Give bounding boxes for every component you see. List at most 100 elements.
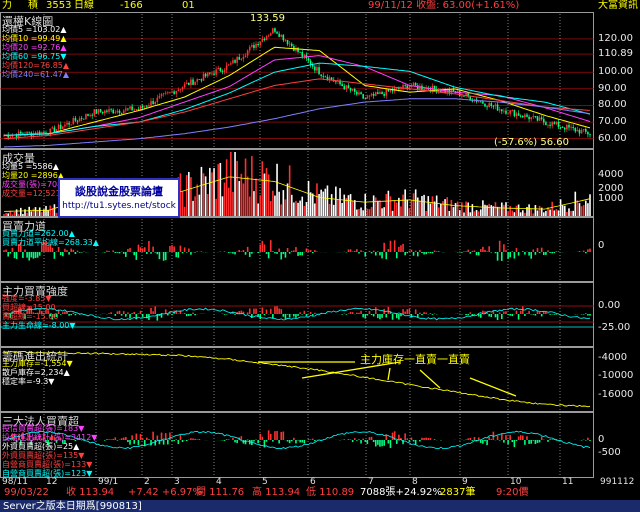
buysell-legend: 買賣力道=262.00▲ 買賣力道平均線=268.33▲: [2, 229, 99, 247]
main-force-bar: [341, 314, 343, 315]
candle-body: [53, 127, 56, 133]
main-force-bar: [368, 311, 371, 314]
buysell-bar: [374, 252, 377, 256]
candle-body: [515, 113, 518, 117]
buysell-bar: [118, 252, 121, 254]
candle-body: [20, 131, 22, 134]
institutional-bar: [150, 440, 152, 446]
buysell-bar: [362, 251, 364, 252]
candle-body: [379, 92, 381, 94]
y-tick-label: 4000: [598, 169, 624, 180]
volume-bar: [34, 207, 37, 216]
buysell-bar: [265, 252, 268, 254]
forum-watermark[interactable]: 談股說金股票論壇 http://tu1.sytes.net/stock: [58, 178, 180, 218]
institutional-bar: [175, 439, 178, 440]
volume-bar: [288, 165, 291, 216]
ma60-line: [3, 62, 591, 136]
institutional-bar: [137, 440, 140, 446]
buysell-bar: [200, 251, 203, 252]
buysell-bar: [230, 252, 232, 253]
candle-body: [566, 124, 568, 130]
institutional-bar: [110, 439, 112, 440]
low-price-label: (-57.6%) 56.60: [494, 137, 569, 148]
institutional-bar: [410, 437, 413, 440]
main-force-bar: [110, 312, 112, 314]
candle-body: [127, 108, 129, 110]
institutional-bar: [490, 438, 493, 440]
institutional-bar: [351, 440, 354, 443]
volume-bar: [227, 187, 230, 216]
buysell-bar: [395, 252, 398, 259]
candle-body: [28, 131, 31, 133]
volume-bar: [532, 213, 535, 216]
annotation-arrow: [469, 377, 517, 397]
institutional-bar: [532, 440, 535, 441]
buysell-bar: [582, 250, 585, 252]
volume-bar: [24, 209, 26, 216]
volume-bar: [32, 208, 35, 216]
volume-bar: [230, 152, 232, 216]
institutional-bar: [122, 437, 125, 440]
candle-body: [341, 84, 343, 87]
buysell-bar: [532, 249, 535, 252]
candle-body: [272, 28, 274, 34]
main-force-bar: [538, 312, 541, 314]
main-force-bar: [555, 314, 558, 315]
institutional-bar: [364, 440, 367, 442]
buysell-bar: [467, 249, 469, 252]
buysell-bar: [139, 247, 142, 252]
buysell-bar: [288, 252, 291, 254]
volume-bar: [274, 195, 276, 216]
volume-bar: [320, 189, 322, 216]
volume-bar: [364, 193, 367, 216]
institutional-bar: [276, 430, 278, 440]
institutional-bar: [293, 437, 295, 440]
volume-bar: [452, 207, 455, 216]
volume-bar: [484, 204, 486, 216]
buysell-bar: [515, 248, 518, 252]
buysell-bar: [402, 243, 404, 252]
institutional-bar: [406, 438, 409, 440]
buysell-bar: [64, 248, 66, 252]
main-force-bar: [526, 313, 528, 314]
institutional-bar: [433, 439, 436, 440]
candle-body: [242, 56, 245, 59]
institutional-legend: 投信買賣超(張)=183▼ 投信進出統計(張)=3412▼ 外資買賣超(張)=25▲…: [2, 424, 97, 478]
candle-body: [234, 60, 236, 63]
candle-body: [570, 126, 572, 128]
buysell-bar: [70, 248, 73, 252]
main-inventory-line: [3, 350, 591, 408]
volume-bar: [238, 181, 241, 216]
buysell-bar: [429, 252, 432, 254]
buysell-bar: [578, 251, 581, 252]
legend-entry: 買賣力道平均線=268.33▲: [2, 238, 99, 247]
institutional-bar: [347, 439, 350, 440]
institutional-bar: [526, 436, 528, 440]
volume-bar: [549, 209, 551, 216]
candle-body: [433, 85, 436, 90]
buysell-bar: [353, 250, 356, 252]
candle-body: [169, 91, 171, 93]
status-close: 收 113.94: [66, 487, 115, 498]
legend-entry: 買超線=15.00: [2, 303, 56, 312]
volume-bar: [469, 212, 472, 216]
buysell-bar: [76, 250, 79, 252]
buysell-bar: [494, 252, 497, 254]
y-tick-label: 0.00: [598, 300, 621, 311]
main-force-bar: [190, 314, 192, 316]
status-low: 低 110.89: [306, 487, 355, 498]
volume-bar: [450, 199, 453, 216]
institutional-bar: [343, 439, 346, 440]
institutional-bar: [236, 440, 238, 444]
buysell-bar: [479, 249, 482, 252]
buysell-bar: [555, 251, 558, 252]
volume-bar: [463, 212, 465, 216]
buysell-bar: [188, 248, 190, 252]
volume-bar: [22, 213, 24, 216]
main-force-bar: [131, 312, 133, 314]
buysell-bar: [437, 251, 440, 252]
institutional-bar: [387, 440, 390, 444]
main-force-bar: [431, 314, 434, 315]
y-tick-label: -4000: [598, 352, 628, 363]
candle-body: [51, 127, 54, 129]
